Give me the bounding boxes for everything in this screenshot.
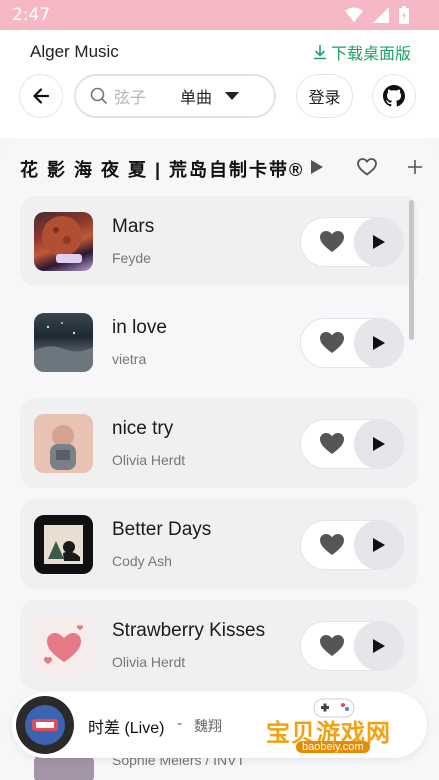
- song-item[interactable]: in love vietra: [20, 297, 418, 387]
- app-bar: Alger Music 下载桌面版 弦子 单曲 登录: [0, 30, 439, 138]
- favorite-playlist-button[interactable]: [355, 155, 379, 179]
- song-artist: Feyde: [112, 250, 151, 266]
- github-icon: [383, 85, 405, 107]
- caret-down-icon[interactable]: [224, 91, 240, 101]
- song-artist: vietra: [112, 351, 147, 367]
- play-icon: [373, 437, 385, 451]
- search-type-select[interactable]: 单曲: [180, 84, 212, 108]
- heart-icon[interactable]: [319, 533, 345, 557]
- song-artist: Cody Ash: [112, 553, 172, 569]
- song-cover: [34, 515, 93, 574]
- song-actions: [300, 419, 404, 469]
- play-icon: [311, 160, 323, 174]
- song-item[interactable]: Better Days Cody Ash: [20, 499, 418, 589]
- add-to-list-button[interactable]: [403, 155, 427, 179]
- song-actions: [300, 318, 404, 368]
- back-button[interactable]: [19, 74, 63, 118]
- heart-icon[interactable]: [319, 432, 345, 456]
- song-title: Mars: [112, 216, 155, 237]
- github-button[interactable]: [372, 74, 416, 118]
- download-label: 下载桌面版: [330, 46, 411, 63]
- song-actions: [300, 217, 404, 267]
- song-title: in love: [112, 317, 167, 338]
- now-playing-title: 时差 (Live): [88, 720, 165, 737]
- status-time: 2:47: [12, 5, 51, 25]
- heart-icon[interactable]: [319, 230, 345, 254]
- watermark: 宝贝游戏网 baobeiy.com: [266, 695, 406, 757]
- login-button[interactable]: 登录: [296, 74, 353, 118]
- play-icon: [373, 639, 385, 653]
- scrollbar[interactable]: [409, 200, 414, 340]
- battery-icon: [399, 6, 409, 24]
- heart-outline-icon: [357, 158, 377, 176]
- status-icons: [345, 6, 409, 24]
- song-cover: [34, 616, 93, 675]
- app-title: Alger Music: [30, 42, 119, 61]
- song-title: Better Days: [112, 519, 212, 540]
- song-artist: Olivia Herdt: [112, 452, 186, 468]
- play-song-button[interactable]: [354, 318, 404, 368]
- play-icon: [373, 235, 385, 249]
- wifi-icon: [345, 7, 363, 22]
- song-actions: [300, 520, 404, 570]
- heart-icon[interactable]: [319, 634, 345, 658]
- song-actions: [300, 621, 404, 671]
- song-cover: [34, 414, 93, 473]
- now-playing-cover[interactable]: [16, 696, 74, 754]
- song-cover: [34, 212, 93, 271]
- signal-icon: [373, 7, 389, 23]
- now-playing-separator: -: [177, 715, 182, 732]
- play-song-button[interactable]: [354, 419, 404, 469]
- play-all-button[interactable]: [305, 155, 329, 179]
- song-item[interactable]: nice try Olivia Herdt: [20, 398, 418, 488]
- search-input[interactable]: 弦子: [114, 84, 172, 108]
- search-icon: [90, 87, 108, 105]
- song-cover: [34, 313, 93, 372]
- song-item[interactable]: Mars Feyde: [20, 196, 418, 286]
- playlist-title: 花 影 海 夜 夏 | 荒岛自制卡带®: [20, 160, 305, 180]
- play-icon: [373, 336, 385, 350]
- song-title: Strawberry Kisses: [112, 620, 266, 641]
- heart-icon[interactable]: [319, 331, 345, 355]
- search-box[interactable]: 弦子 单曲: [74, 74, 276, 118]
- song-artist: Olivia Herdt: [112, 654, 186, 670]
- playlist-header: 花 影 海 夜 夏 | 荒岛自制卡带®: [0, 138, 439, 194]
- play-song-button[interactable]: [354, 621, 404, 671]
- song-item[interactable]: Strawberry Kisses Olivia Herdt: [20, 600, 418, 690]
- play-icon: [373, 538, 385, 552]
- download-icon: [313, 45, 326, 60]
- plus-icon: [408, 160, 422, 174]
- download-desktop-link[interactable]: 下载桌面版: [312, 40, 411, 64]
- song-title: nice try: [112, 418, 174, 439]
- play-song-button[interactable]: [354, 217, 404, 267]
- watermark-url: baobeiy.com: [296, 741, 370, 753]
- play-song-button[interactable]: [354, 520, 404, 570]
- playlist-panel: 花 影 海 夜 夏 | 荒岛自制卡带® Mars Feyde in love v…: [0, 138, 439, 780]
- now-playing-artist: 魏翔: [194, 718, 222, 734]
- status-bar: 2:47: [0, 0, 439, 30]
- arrow-left-icon: [33, 88, 50, 104]
